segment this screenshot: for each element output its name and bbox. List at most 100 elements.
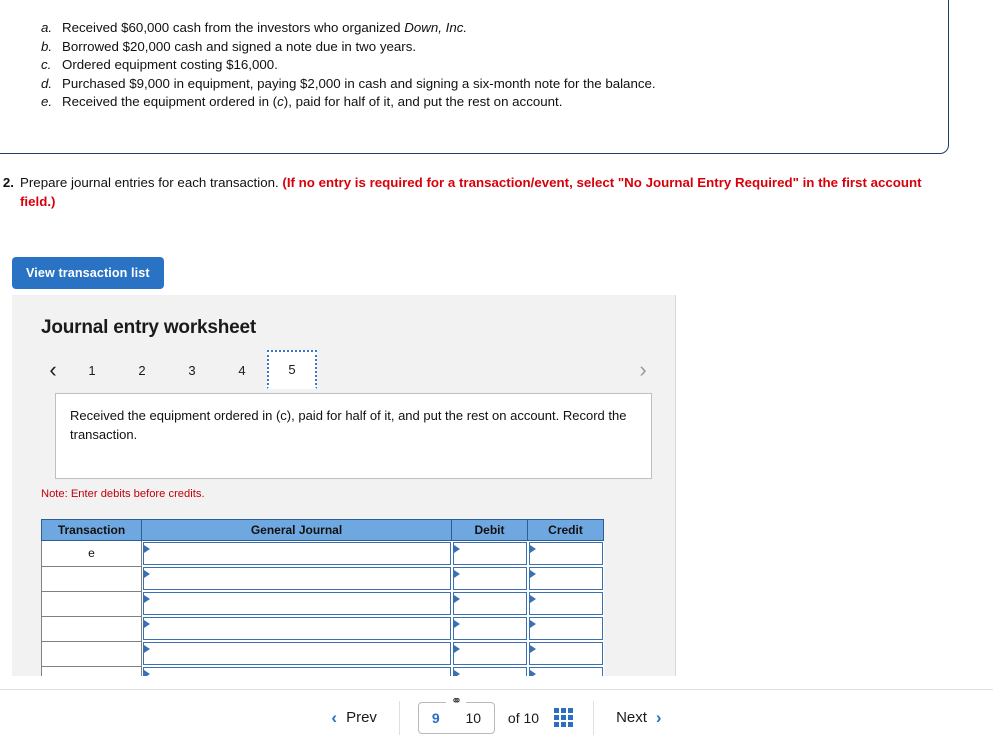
worksheet-tab-4[interactable]: 4 [217,352,267,388]
transaction-item-text-before: Purchased $9,000 in equipment, paying $2… [62,75,656,91]
table-row: e [41,540,604,567]
cell-debit-input[interactable] [452,542,527,565]
cell-debit[interactable] [451,566,528,591]
transaction-list-item: b. Borrowed $20,000 cash and signed a not… [41,38,948,57]
page-total-label: of 10 [507,709,540,726]
cell-debit[interactable] [451,616,528,641]
table-header-row: Transaction General Journal Debit Credit [41,519,604,541]
question-prompt: Prepare journal entries for each transac… [20,175,283,190]
worksheet-title: Journal entry worksheet [41,317,257,338]
cell-credit-input[interactable] [528,617,603,640]
question-text: Prepare journal entries for each transac… [20,173,940,211]
cell-general-journal[interactable] [141,591,452,616]
transaction-item-text: Ordered equipment costing $16,000. [62,56,278,75]
cell-general-journal-input[interactable] [143,667,451,676]
worksheet-tab-3[interactable]: 3 [167,352,217,388]
transaction-list: a. Received $60,000 cash from the investo… [0,0,948,112]
cell-general-journal-input[interactable] [143,567,451,590]
cell-credit-input[interactable] [528,542,603,565]
transaction-list-item: d. Purchased $9,000 in equipment, paying … [41,75,948,94]
question-block: 2. Prepare journal entries for each tran… [0,173,960,211]
transaction-item-text-before: Received $60,000 cash from the investors… [62,20,405,35]
cell-credit-input[interactable] [528,592,603,615]
transaction-item-emphasis: Down, Inc. [404,20,468,35]
cell-credit[interactable] [527,666,604,676]
cell-transaction[interactable] [41,590,142,617]
worksheet-tabs: ‹ 12345 › [39,350,657,389]
nav-divider-right [593,700,595,735]
tab-next-arrow-icon[interactable]: › [629,359,657,381]
transaction-item-text: Received the equipment ordered in (c), p… [62,93,562,112]
table-row [41,665,604,676]
cell-general-journal-input[interactable] [143,617,451,640]
cell-credit[interactable] [527,641,604,666]
worksheet-tab-1[interactable]: 1 [67,352,117,388]
transaction-list-item: a. Received $60,000 cash from the investo… [41,19,948,38]
transaction-item-marker: b. [41,38,53,54]
column-header-credit: Credit [527,519,604,541]
table-row [41,565,604,592]
transaction-item-marker: e. [41,94,53,110]
cell-credit[interactable] [527,616,604,641]
current-page-number: 9 [431,709,440,726]
journal-entry-worksheet-panel: Journal entry worksheet ‹ 12345 › Receiv… [12,295,676,676]
prev-button[interactable]: ‹ Prev [323,709,385,726]
table-row [41,615,604,642]
transaction-item-marker: d. [41,75,53,91]
view-transaction-list-button[interactable]: View transaction list [12,257,164,289]
debits-before-credits-note: Note: Enter debits before credits. [41,488,205,500]
next-page-number: 10 [465,709,482,726]
cell-general-journal-input[interactable] [143,592,451,615]
transaction-list-item: e. Received the equipment ordered in (c),… [41,93,948,112]
cell-general-journal[interactable] [141,540,452,566]
tab-prev-arrow-icon[interactable]: ‹ [39,359,67,381]
cell-general-journal[interactable] [141,566,452,591]
cell-debit-input[interactable] [452,617,527,640]
cell-general-journal[interactable] [141,616,452,641]
cell-credit-input[interactable] [528,667,603,676]
cell-debit-input[interactable] [452,642,527,665]
cell-credit[interactable] [527,591,604,616]
cell-debit-input[interactable] [452,667,527,676]
cell-general-journal[interactable] [141,666,452,676]
bottom-navigation-bar: ‹ Prev ⚭ 9 10 of 10 Next › [0,689,993,745]
cell-debit[interactable] [451,641,528,666]
worksheet-tab-5[interactable]: 5 [267,350,317,389]
cell-debit-input[interactable] [452,592,527,615]
cell-general-journal-input[interactable] [143,642,451,665]
link-icon: ⚭ [446,693,467,708]
cell-debit[interactable] [451,591,528,616]
cell-credit[interactable] [527,540,604,566]
cell-transaction[interactable] [41,640,142,667]
column-header-general-journal: General Journal [141,519,452,541]
transaction-item-emphasis: c [277,94,284,110]
cell-credit-input[interactable] [528,642,603,665]
cell-transaction[interactable] [41,565,142,592]
cell-transaction[interactable]: e [41,540,142,567]
cell-debit-input[interactable] [452,567,527,590]
nav-divider-left [398,700,400,735]
transaction-item-text: Received $60,000 cash from the investors… [62,19,467,38]
cell-debit[interactable] [451,666,528,676]
cell-transaction[interactable] [41,615,142,642]
prev-chevron-icon: ‹ [331,708,338,727]
cell-general-journal[interactable] [141,641,452,666]
cell-debit[interactable] [451,540,528,566]
cell-general-journal-input[interactable] [143,542,451,565]
transaction-list-box: a. Received $60,000 cash from the investo… [0,0,949,154]
next-chevron-icon: › [655,708,662,727]
worksheet-tab-2[interactable]: 2 [117,352,167,388]
cell-transaction[interactable] [41,665,142,676]
transaction-item-text: Borrowed $20,000 cash and signed a note … [62,38,416,57]
table-row [41,640,604,667]
grid-view-icon[interactable] [554,708,574,727]
cell-credit-input[interactable] [528,567,603,590]
transaction-description: Received the equipment ordered in (c), p… [55,393,652,479]
transaction-list-item: c. Ordered equipment costing $16,000. [41,56,948,75]
question-number: 2. [2,175,14,190]
next-button[interactable]: Next › [608,709,670,726]
transaction-item-text-before: Borrowed $20,000 cash and signed a note … [62,38,417,54]
cell-credit[interactable] [527,566,604,591]
transaction-item-text: Purchased $9,000 in equipment, paying $2… [62,75,656,94]
page-indicator[interactable]: ⚭ 9 10 [417,693,495,734]
